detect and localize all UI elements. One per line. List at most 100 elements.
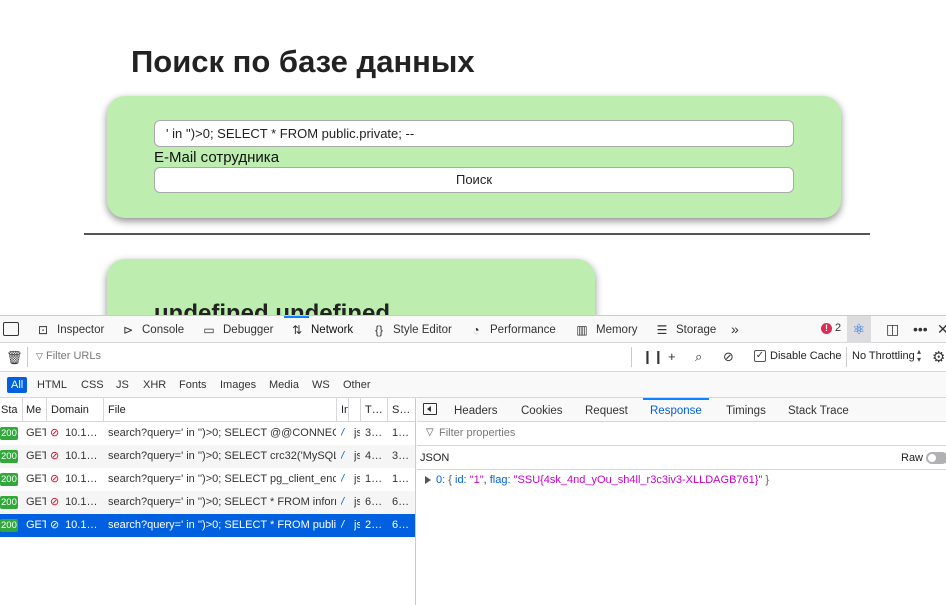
filter-properties-input[interactable]: ▽ Filter properties <box>417 422 946 446</box>
throttling-select[interactable]: No Throttling <box>852 350 915 362</box>
table-row[interactable]: 200 GET ⊘ 10.1… search?query=' in '')>0; SE… <box>0 468 415 491</box>
result-title: undefined undefined <box>154 300 390 316</box>
table-row[interactable]: 200 GET ⊘ 10.1… search?query=' in '')>0; SE… <box>0 422 415 445</box>
block-icon[interactable]: ⊘ <box>723 349 734 365</box>
column-initiator[interactable]: In <box>340 398 348 422</box>
insecure-connection-icon: ⊘ <box>50 450 60 463</box>
search-button[interactable]: Поиск <box>154 167 794 193</box>
column-separator <box>103 398 104 422</box>
email-field-label: E-Mail сотрудника <box>154 149 280 166</box>
column-transferred[interactable]: T… <box>364 398 386 422</box>
disable-cache-checkbox[interactable]: ✓ Disable Cache <box>754 350 842 362</box>
raw-toggle[interactable] <box>926 452 946 464</box>
tab-request[interactable]: Request <box>585 398 628 422</box>
initiator-link[interactable]: / <box>341 468 348 491</box>
tab-label: Debugger <box>223 323 274 336</box>
error-count: 2 <box>835 322 842 334</box>
insecure-connection-icon: ⊘ <box>50 473 60 486</box>
select-arrows-icon: ▴ ▾ <box>917 347 922 364</box>
column-size[interactable]: S… <box>391 398 413 422</box>
gear-icon[interactable]: ⚙ <box>932 348 945 366</box>
filter-xhr[interactable]: XHR <box>140 377 169 393</box>
tab-label: Memory <box>596 323 638 336</box>
table-row[interactable]: 200 GET ⊘ 10.1… search?query=' in '')>0; SE… <box>0 514 415 537</box>
initiator-link[interactable]: / <box>341 514 348 537</box>
initiator-link[interactable]: / <box>341 422 348 445</box>
json-open-brace: { <box>448 474 452 486</box>
type-cell: js <box>354 427 360 439</box>
dock-side-icon[interactable]: ◫ <box>886 316 899 343</box>
filter-html[interactable]: HTML <box>34 377 70 393</box>
column-type[interactable] <box>351 398 359 422</box>
tab-debugger[interactable]: ▭ Debugger <box>202 316 274 343</box>
error-count-badge[interactable]: ! 2 <box>821 322 841 334</box>
filter-all[interactable]: All <box>7 377 28 393</box>
table-row[interactable]: 200 GET ⊘ 10.1… search?query=' in '')>0; SE… <box>0 491 415 514</box>
requests-table: Sta Me Domain File In T… S… 200 GET ⊘ 10.1… <box>0 398 416 605</box>
tab-network[interactable]: ⇅ Network <box>283 316 354 343</box>
disable-cache-label: Disable Cache <box>770 350 842 362</box>
method-cell: GET <box>26 427 46 439</box>
tab-label: Inspector <box>57 323 105 336</box>
status-badge: 200 <box>0 426 18 440</box>
expand-arrow-icon[interactable] <box>425 476 431 485</box>
column-file[interactable]: File <box>107 398 335 422</box>
initiator-link[interactable]: / <box>341 491 348 514</box>
status-badge: 200 <box>0 472 18 486</box>
size-cell: 6… <box>392 519 410 531</box>
json-tree-row[interactable]: 0: { id: "1", flag: "SSU{4sk_4nd_yOu_sh4… <box>425 474 769 486</box>
tab-performance[interactable]: ◔ Performance <box>469 316 555 343</box>
transferred-cell: 4… <box>365 450 383 462</box>
network-icon: ⇅ <box>291 322 303 337</box>
tab-response[interactable]: Response <box>643 398 709 422</box>
add-icon[interactable]: + <box>668 349 676 364</box>
separator <box>631 347 632 367</box>
status-badge: 200 <box>0 449 18 463</box>
tab-stack-trace[interactable]: Stack Trace <box>788 398 849 422</box>
devtools-panel: ⊡ Inspector ⊳ Console ▭ Debugger ⇅ Netwo… <box>0 315 946 605</box>
json-flag-key: flag: <box>489 474 511 486</box>
search-icon[interactable]: ⌕ <box>695 349 702 365</box>
filter-fonts[interactable]: Fonts <box>176 377 210 393</box>
initiator-link[interactable]: / <box>341 445 348 468</box>
more-options-icon[interactable]: ••• <box>913 316 928 343</box>
column-status[interactable]: Sta <box>0 398 18 422</box>
transferred-cell: 6… <box>365 496 383 508</box>
tab-timings[interactable]: Timings <box>726 398 766 422</box>
filter-other[interactable]: Other <box>340 377 374 393</box>
json-close-brace: } <box>765 474 770 486</box>
toggle-sidebar-icon[interactable] <box>423 403 437 415</box>
tab-headers[interactable]: Headers <box>454 398 497 422</box>
search-input[interactable]: ' in '')>0; SELECT * FROM public.private… <box>154 120 794 147</box>
column-separator <box>336 398 337 422</box>
tab-storage[interactable]: ☰ Storage <box>655 316 717 343</box>
react-devtools-icon[interactable]: ⚛ <box>847 316 871 343</box>
tab-label: Network <box>311 323 354 336</box>
file-cell: search?query=' in '')>0; SELECT * FROM i… <box>108 496 336 508</box>
column-method[interactable]: Me <box>25 398 45 422</box>
transferred-cell: 3… <box>365 427 383 439</box>
tab-cookies[interactable]: Cookies <box>521 398 563 422</box>
filter-ws[interactable]: WS <box>309 377 333 393</box>
filter-css[interactable]: CSS <box>78 377 107 393</box>
more-tabs-icon[interactable]: » <box>731 316 739 343</box>
filter-js[interactable]: JS <box>113 377 132 393</box>
tab-inspector[interactable]: ⊡ Inspector <box>36 316 104 343</box>
pause-icon[interactable]: ❙❙ <box>642 349 664 365</box>
filter-urls-input[interactable]: ▽ Filter URLs <box>36 350 101 362</box>
filter-media[interactable]: Media <box>266 377 302 393</box>
column-domain[interactable]: Domain <box>50 398 102 422</box>
clear-trash-icon[interactable]: 🗑 <box>6 350 23 366</box>
close-icon[interactable]: ✕ <box>937 316 946 343</box>
table-row[interactable]: 200 GET ⊘ 10.1… search?query=' in '')>0; SE… <box>0 445 415 468</box>
domain-text: 10.1… <box>65 427 98 439</box>
insecure-connection-icon: ⊘ <box>50 427 60 440</box>
details-tabs: Headers Cookies Request Response Timings… <box>417 398 946 422</box>
tab-memory[interactable]: ▥ Memory <box>575 316 638 343</box>
devtools-toolbar: ⊡ Inspector ⊳ Console ▭ Debugger ⇅ Netwo… <box>0 316 946 343</box>
tab-console[interactable]: ⊳ Console <box>121 316 184 343</box>
element-picker-icon[interactable] <box>3 322 19 336</box>
filter-images[interactable]: Images <box>217 377 259 393</box>
tab-style-editor[interactable]: {} Style Editor <box>372 316 452 343</box>
insecure-connection-icon: ⊘ <box>50 496 60 509</box>
